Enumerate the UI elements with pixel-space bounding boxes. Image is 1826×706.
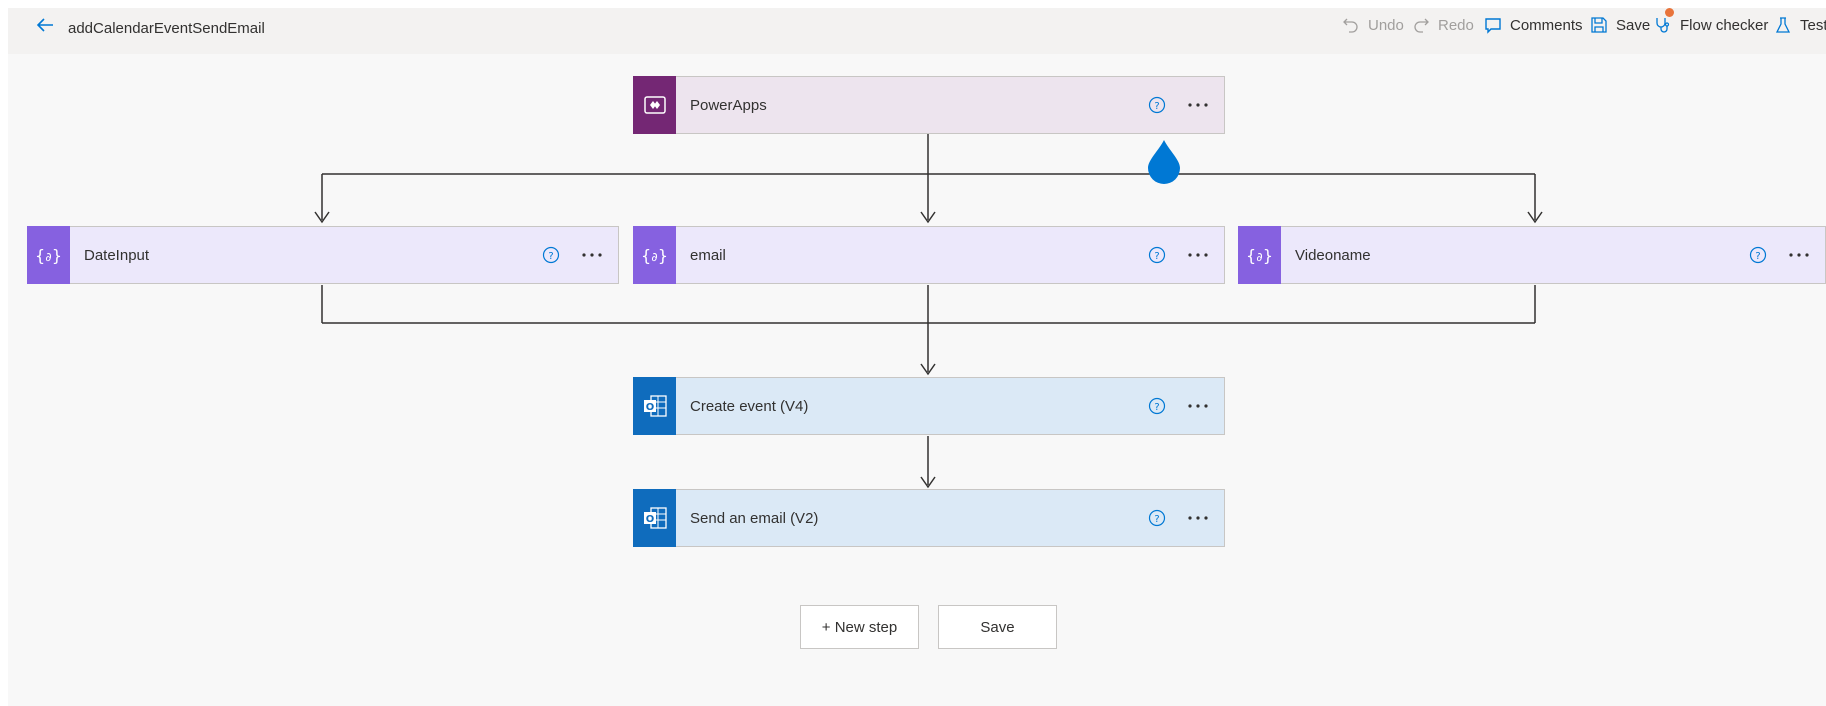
svg-text:?: ? (1755, 251, 1760, 262)
help-icon[interactable]: ? (1146, 94, 1168, 116)
svg-text:?: ? (1154, 514, 1159, 525)
help-icon[interactable]: ? (1146, 395, 1168, 417)
new-step-button[interactable]: + New step (800, 605, 919, 649)
send-email-label: Send an email (V2) (690, 509, 819, 527)
more-options-icon[interactable] (1186, 94, 1210, 116)
svg-text:?: ? (548, 251, 553, 262)
more-options-icon[interactable] (1186, 395, 1210, 417)
more-options-icon[interactable] (1186, 507, 1210, 529)
variable-icon: {∂} (27, 226, 70, 284)
help-icon[interactable]: ? (540, 244, 562, 266)
help-icon[interactable]: ? (1146, 507, 1168, 529)
save-button[interactable]: Save (938, 605, 1057, 649)
svg-text:O: O (645, 514, 654, 525)
svg-text:?: ? (1154, 101, 1159, 112)
drop-indicator-icon (1148, 140, 1180, 184)
create-event-action-card[interactable]: O Create event (V4) ? (633, 377, 1225, 435)
variable-icon: {∂} (1238, 226, 1281, 284)
outlook-icon: O (633, 377, 676, 435)
videoname-label: Videoname (1295, 246, 1371, 264)
email-action-card[interactable]: {∂} email ? (633, 226, 1225, 284)
powerapps-trigger-label: PowerApps (690, 96, 767, 114)
dateinput-label: DateInput (84, 246, 150, 264)
send-email-action-card[interactable]: O Send an email (V2) ? (633, 489, 1225, 547)
create-event-label: Create event (V4) (690, 397, 809, 415)
more-options-icon[interactable] (1787, 244, 1811, 266)
svg-text:O: O (645, 402, 654, 413)
powerapps-trigger-card[interactable]: PowerApps ? (633, 76, 1225, 134)
powerapps-icon (633, 76, 676, 134)
help-icon[interactable]: ? (1146, 244, 1168, 266)
videoname-action-card[interactable]: {∂} Videoname ? (1238, 226, 1826, 284)
more-options-icon[interactable] (580, 244, 604, 266)
more-options-icon[interactable] (1186, 244, 1210, 266)
variable-icon: {∂} (633, 226, 676, 284)
help-icon[interactable]: ? (1747, 244, 1769, 266)
svg-text:?: ? (1154, 402, 1159, 413)
svg-text:?: ? (1154, 251, 1159, 262)
dateinput-action-card[interactable]: {∂} DateInput ? (27, 226, 619, 284)
email-label: email (690, 246, 726, 264)
outlook-icon: O (633, 489, 676, 547)
